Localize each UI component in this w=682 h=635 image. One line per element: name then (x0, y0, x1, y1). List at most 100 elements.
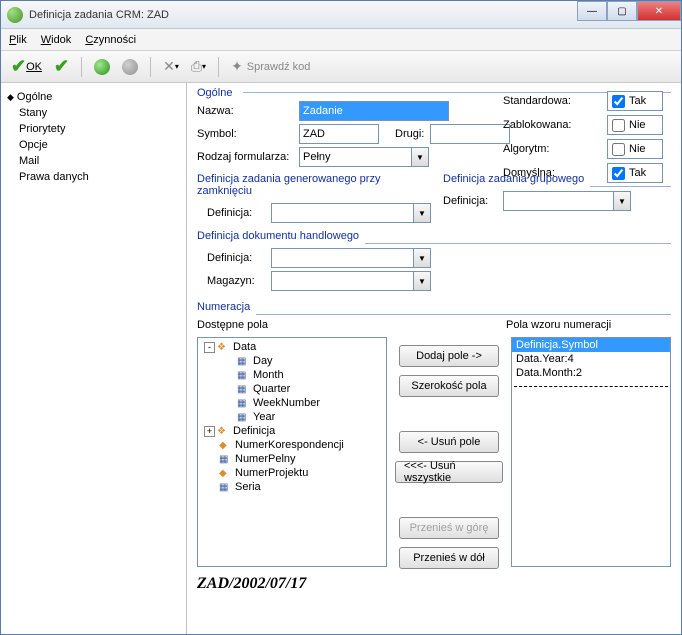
add-field-button[interactable]: Dodaj pole -> (399, 345, 499, 367)
formtype-combo[interactable]: ▼ (299, 147, 429, 167)
toolbar: ✔ OK ✔ ✕▾ ⎙▾ ✦Sprawdź kod (1, 51, 681, 83)
field-icon (237, 383, 251, 395)
locked-check[interactable]: Nie (607, 115, 663, 135)
pattern-list[interactable]: Definicja.SymbolData.Year:4Data.Month:2 (511, 337, 671, 567)
ok-button[interactable]: ✔ OK (7, 55, 46, 79)
menu-actions[interactable]: Czynności (85, 34, 136, 46)
tree-node[interactable]: Year (200, 410, 384, 424)
preview-text: ZAD/2002/07/17 (197, 575, 671, 593)
tree-node[interactable]: Day (200, 354, 384, 368)
separator (150, 57, 151, 77)
groupdef-combo[interactable]: ▼ (503, 191, 631, 211)
locked-label: Zablokowana: (503, 119, 572, 131)
formtype-input[interactable] (299, 147, 411, 167)
chevron-down-icon[interactable]: ▼ (613, 191, 631, 211)
list-item[interactable]: Data.Month:2 (512, 366, 670, 380)
algo-check[interactable]: Nie (607, 139, 663, 159)
pattern-label: Pola wzoru numeracji (506, 319, 671, 331)
tradedoc-mag-input[interactable] (271, 271, 413, 291)
close-button[interactable]: ✕ (637, 1, 681, 21)
sidebar-item-priorities[interactable]: Priorytety (1, 121, 186, 137)
arrow-left-icon (94, 59, 110, 75)
minimize-button[interactable]: — (577, 1, 607, 21)
closedef-combo[interactable]: ▼ (271, 203, 431, 223)
chevron-down-icon[interactable]: ▼ (411, 147, 429, 167)
menu-file[interactable]: Plik (9, 34, 27, 46)
chevron-down-icon[interactable]: ▼ (413, 203, 431, 223)
tree-label: Month (253, 369, 284, 381)
symbol-input[interactable] (299, 124, 379, 144)
tree-node[interactable]: Month (200, 368, 384, 382)
remove-field-button[interactable]: <- Usuń pole (399, 431, 499, 453)
tradedoc-mag-label: Magazyn: (207, 275, 265, 287)
tree-label: NumerProjektu (235, 467, 308, 479)
tree-node[interactable]: + Definicja (200, 424, 384, 438)
tree-label: NumerKorespondencji (235, 439, 344, 451)
tradedoc-def-input[interactable] (271, 248, 413, 268)
apply-button[interactable]: ✔ (50, 55, 73, 79)
default-check[interactable]: Tak (607, 163, 663, 183)
checkbox[interactable] (612, 143, 625, 156)
tree-expander[interactable]: - (204, 342, 215, 353)
tree-node[interactable]: WeekNumber (200, 396, 384, 410)
main-panel: Ogólne Nazwa: Symbol: Drugi: Rodzaj form… (187, 83, 681, 634)
tradedoc-mag-combo[interactable]: ▼ (271, 271, 431, 291)
closedef-input[interactable] (271, 203, 413, 223)
list-item[interactable]: Definicja.Symbol (512, 338, 670, 352)
tree-node[interactable]: NumerKorespondencji (200, 438, 384, 452)
tree-node[interactable]: Seria (200, 480, 384, 494)
available-label: Dostępne pola (197, 319, 268, 331)
tree-label: Day (253, 355, 273, 367)
tree-label: Seria (235, 481, 261, 493)
tools-button[interactable]: ✕▾ (159, 55, 183, 79)
sidebar-item-general[interactable]: Ogólne (1, 89, 186, 105)
window-buttons: — ▢ ✕ (577, 1, 681, 21)
tree-label: WeekNumber (253, 397, 320, 409)
tree-node[interactable]: NumerPelny (200, 452, 384, 466)
tree-node[interactable]: Quarter (200, 382, 384, 396)
titlebar[interactable]: Definicja zadania CRM: ZAD — ▢ ✕ (1, 1, 681, 29)
tree-label: Year (253, 411, 275, 423)
tree-node[interactable]: NumerProjektu (200, 466, 384, 480)
list-item[interactable]: Data.Year:4 (512, 352, 670, 366)
sidebar-item-options[interactable]: Opcje (1, 137, 186, 153)
checkbox[interactable] (612, 119, 625, 132)
sidebar-item-mail[interactable]: Mail (1, 153, 186, 169)
separator (218, 57, 219, 77)
second-input[interactable] (430, 124, 510, 144)
sidebar-item-states[interactable]: Stany (1, 105, 186, 121)
tradedoc-def-label: Definicja: (207, 252, 265, 264)
chevron-down-icon[interactable]: ▼ (413, 271, 431, 291)
tree-label: NumerPelny (235, 453, 296, 465)
field-icon (219, 481, 233, 493)
menu-view[interactable]: Widok (41, 34, 72, 46)
tradedoc-def-combo[interactable]: ▼ (271, 248, 431, 268)
tree-label: Quarter (253, 383, 290, 395)
verify-button[interactable]: ✦Sprawdź kod (227, 55, 314, 79)
tree-node[interactable]: -Data (200, 340, 384, 354)
standard-label: Standardowa: (503, 95, 571, 107)
nav-fwd-button[interactable] (118, 55, 142, 79)
tree-expander[interactable]: + (204, 426, 215, 437)
width-button[interactable]: Szerokość pola (399, 375, 499, 397)
maximize-button[interactable]: ▢ (607, 1, 637, 21)
second-label: Drugi: (395, 128, 424, 140)
checkbox[interactable] (612, 167, 625, 180)
name-input[interactable] (299, 101, 449, 121)
field-icon (237, 369, 251, 381)
groupdef-input[interactable] (503, 191, 613, 211)
nav-back-button[interactable] (90, 55, 114, 79)
checkbox[interactable] (612, 95, 625, 108)
print-button[interactable]: ⎙▾ (187, 55, 210, 79)
standard-check[interactable]: Tak (607, 91, 663, 111)
chevron-down-icon[interactable]: ▼ (413, 248, 431, 268)
remove-all-button[interactable]: <<<- Usuń wszystkie (395, 461, 503, 483)
field-icon (219, 453, 233, 465)
move-up-button[interactable]: Przenieś w górę (399, 517, 499, 539)
available-tree[interactable]: -DataDay Month Quarter WeekNumber Year + Defin… (197, 337, 387, 567)
move-down-button[interactable]: Przenieś w dół (399, 547, 499, 569)
tree-label: Definicja (233, 425, 275, 437)
body: Ogólne Stany Priorytety Opcje Mail Prawa… (1, 83, 681, 634)
tools-icon: ✕ (163, 58, 175, 75)
sidebar-item-permissions[interactable]: Prawa danych (1, 169, 186, 185)
